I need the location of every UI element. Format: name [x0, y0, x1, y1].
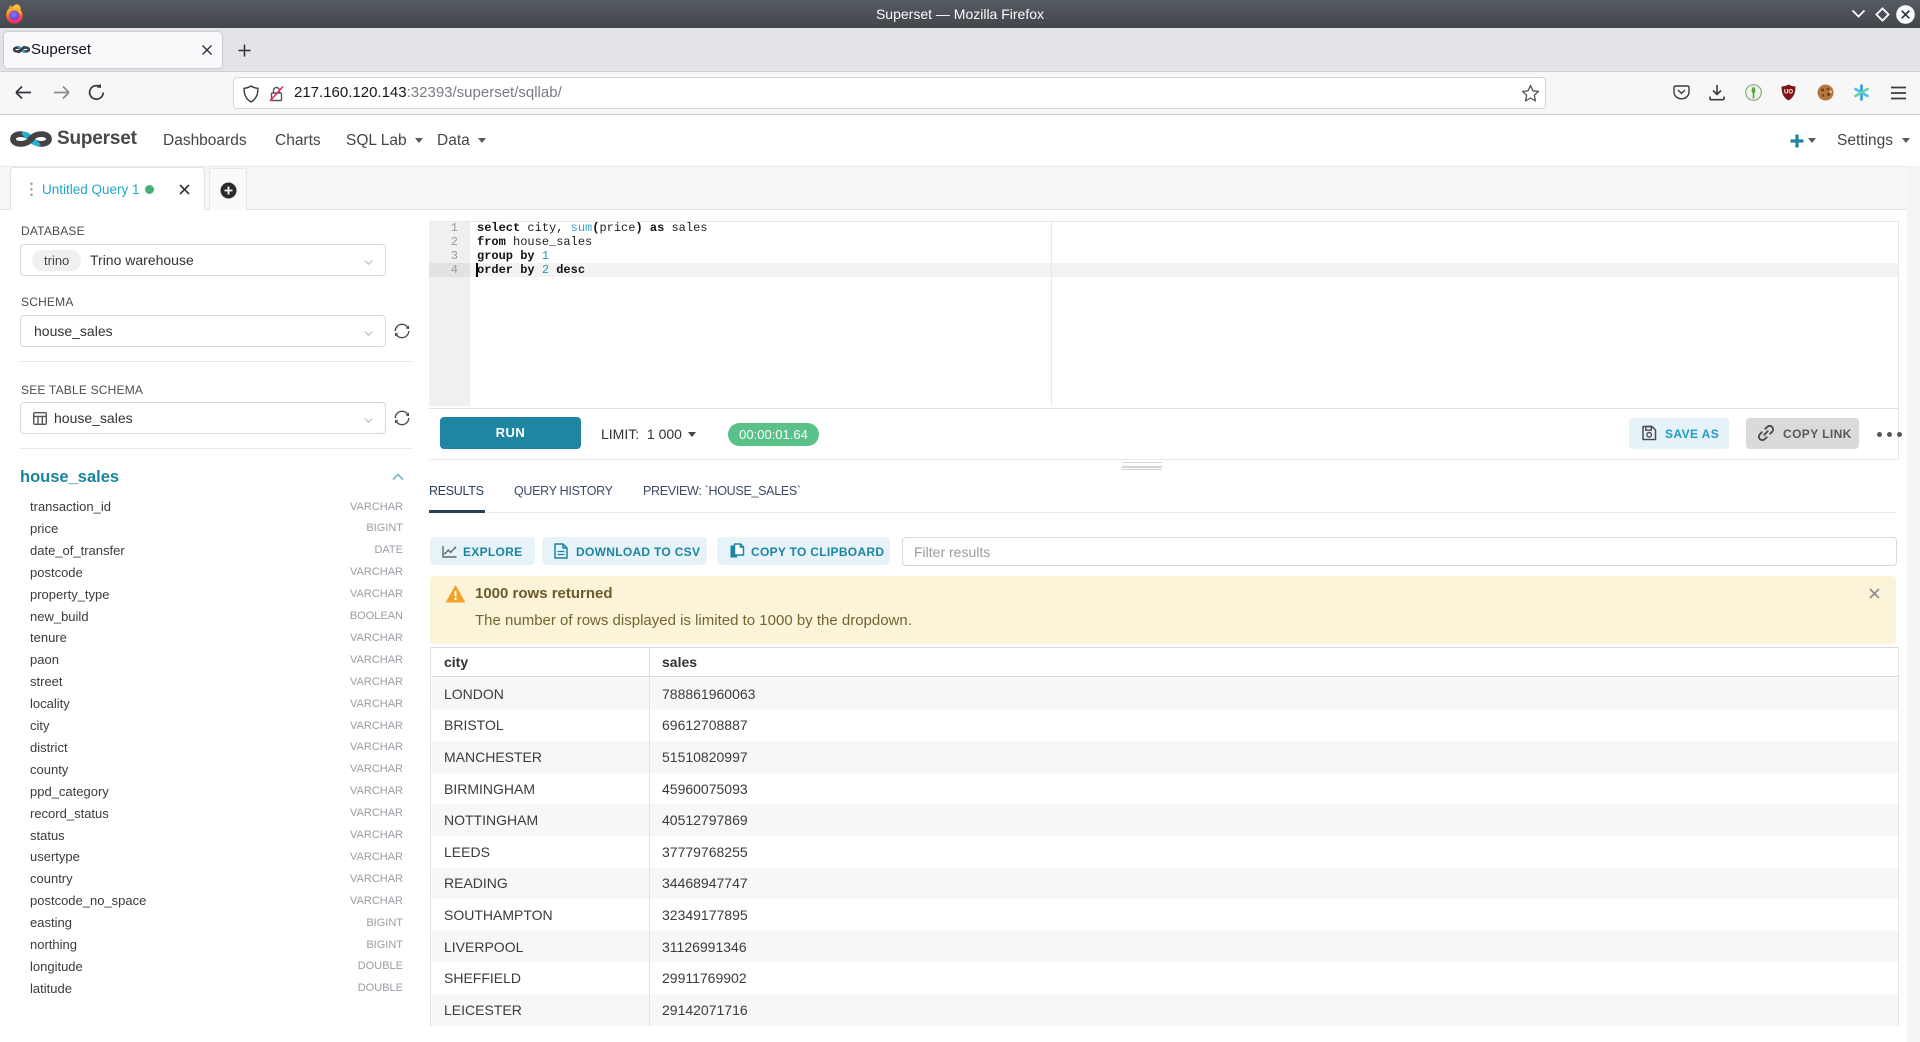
svg-text:UO: UO [1784, 90, 1793, 96]
